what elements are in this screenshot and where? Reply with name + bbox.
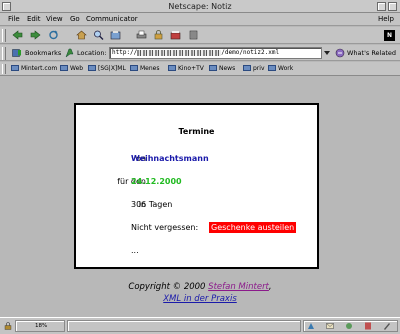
security-lock-icon[interactable] <box>4 322 12 330</box>
navigator-icon[interactable] <box>307 322 315 330</box>
von-value: Weihnachtsmann <box>131 154 209 163</box>
stop-icon[interactable] <box>188 30 199 40</box>
bookmark-news[interactable]: News <box>209 65 235 72</box>
bookmark-label: Menes <box>140 65 160 72</box>
minimize-button[interactable] <box>377 2 386 11</box>
security-icon[interactable] <box>153 30 164 40</box>
folder-icon <box>209 65 217 71</box>
page-proxy-icon[interactable] <box>65 48 74 58</box>
author-link[interactable]: Stefan Mintert <box>208 282 269 292</box>
bookmark-priv[interactable]: priv <box>243 65 265 72</box>
copyright-line: Copyright © 2000 Stefan Mintert, <box>0 281 400 293</box>
nicht-vergessen-label: Nicht vergessen: <box>131 223 199 232</box>
bookmark-sgxml[interactable]: [SG|X]ML <box>88 65 126 72</box>
home-icon[interactable] <box>76 30 87 40</box>
folder-icon <box>168 65 176 71</box>
location-bar: Bookmarks Location: http:// /demo/notiz2.… <box>0 45 400 61</box>
shop-icon[interactable] <box>170 30 181 40</box>
folder-icon <box>243 65 251 71</box>
folder-icon <box>60 65 68 71</box>
bookmark-work[interactable]: Work <box>268 65 293 72</box>
folder-icon <box>88 65 96 71</box>
personal-toolbar: Mintert.com Web [SG|X]ML Menes Kino+TV N… <box>0 62 400 76</box>
window-title: Netscape: Notiz <box>168 2 232 11</box>
maximize-button[interactable] <box>388 2 397 11</box>
url-dropdown-icon[interactable] <box>323 48 331 58</box>
menu-view[interactable]: View <box>46 15 63 23</box>
appointment-card: Termine von Weihnachtsmann für den 24.12… <box>74 103 319 269</box>
url-obscured-host <box>137 49 222 56</box>
footer-period: , <box>268 282 272 292</box>
book-link[interactable]: XML in der Praxis <box>163 294 237 304</box>
url-start: http:// <box>112 49 138 56</box>
reload-icon[interactable] <box>48 30 59 40</box>
footer: Copyright © 2000 Stefan Mintert, XML in … <box>0 281 400 305</box>
bookmarks-label[interactable]: Bookmarks <box>25 49 61 57</box>
menu-file[interactable]: File <box>8 15 20 23</box>
print-icon[interactable] <box>136 30 147 40</box>
status-bar: 18% <box>0 317 400 334</box>
forward-icon[interactable] <box>30 30 41 40</box>
date-value: 24.12.2000 <box>131 177 182 186</box>
menu-go[interactable]: Go <box>70 15 80 23</box>
bookmark-label: Web <box>70 65 84 72</box>
navigation-toolbar: N <box>0 27 400 44</box>
whats-related-label[interactable]: What's Related <box>347 49 396 57</box>
book-line: XML in der Praxis <box>0 293 400 305</box>
bookmark-label: [SG|X]ML <box>98 65 126 72</box>
whats-related-icon[interactable] <box>335 48 345 58</box>
location-label: Location: <box>77 49 107 57</box>
bookmark-label: Mintert.com <box>21 65 58 72</box>
folder-icon <box>11 65 19 71</box>
mail-icon[interactable] <box>326 322 334 330</box>
progress-indicator: 18% <box>15 320 65 332</box>
window-titlebar[interactable]: Netscape: Notiz <box>0 0 400 13</box>
newsgroups-icon[interactable] <box>345 322 353 330</box>
reminder-value: Geschenke austeilen <box>209 222 297 233</box>
menu-bar: File Edit View Go Communicator Help <box>0 13 400 26</box>
location-input[interactable]: http:// /demo/notiz2.xml <box>109 47 322 59</box>
bookmarks-icon[interactable] <box>12 49 22 57</box>
url-end: /demo/notiz2.xml <box>221 49 280 56</box>
personal-toolbar-grip[interactable] <box>2 64 6 74</box>
toolbar-grip[interactable] <box>2 29 6 42</box>
bookmark-label: News <box>219 65 236 72</box>
menu-help[interactable]: Help <box>378 15 394 23</box>
page-content: Termine von Weihnachtsmann für den 24.12… <box>0 77 400 317</box>
back-icon[interactable] <box>12 30 23 40</box>
location-bar-grip[interactable] <box>2 47 6 60</box>
progress-text: 18% <box>35 323 48 329</box>
menu-edit[interactable]: Edit <box>27 15 41 23</box>
composer-icon[interactable] <box>383 322 391 330</box>
days-value: 306 Tagen <box>131 200 173 209</box>
bookmark-menes[interactable]: Menes <box>130 65 160 72</box>
status-message <box>67 320 301 332</box>
folder-icon <box>130 65 138 71</box>
card-title: Termine <box>178 127 215 136</box>
guide-icon[interactable] <box>110 30 121 40</box>
netscape-logo[interactable]: N <box>384 30 395 41</box>
copyright-text: Copyright © 2000 <box>128 282 206 292</box>
bookmark-web[interactable]: Web <box>60 65 83 72</box>
search-icon[interactable] <box>93 30 104 40</box>
bookmark-label: Work <box>278 65 294 72</box>
bookmark-label: priv <box>253 65 265 72</box>
bookmark-kino-tv[interactable]: Kino+TV <box>168 65 204 72</box>
component-bar <box>303 320 398 332</box>
address-book-icon[interactable] <box>364 322 372 330</box>
menu-communicator[interactable]: Communicator <box>86 15 138 23</box>
ellipsis: ... <box>131 246 139 255</box>
bookmark-mintert-com[interactable]: Mintert.com <box>11 65 57 72</box>
folder-icon <box>268 65 276 71</box>
bookmark-label: Kino+TV <box>178 65 204 72</box>
